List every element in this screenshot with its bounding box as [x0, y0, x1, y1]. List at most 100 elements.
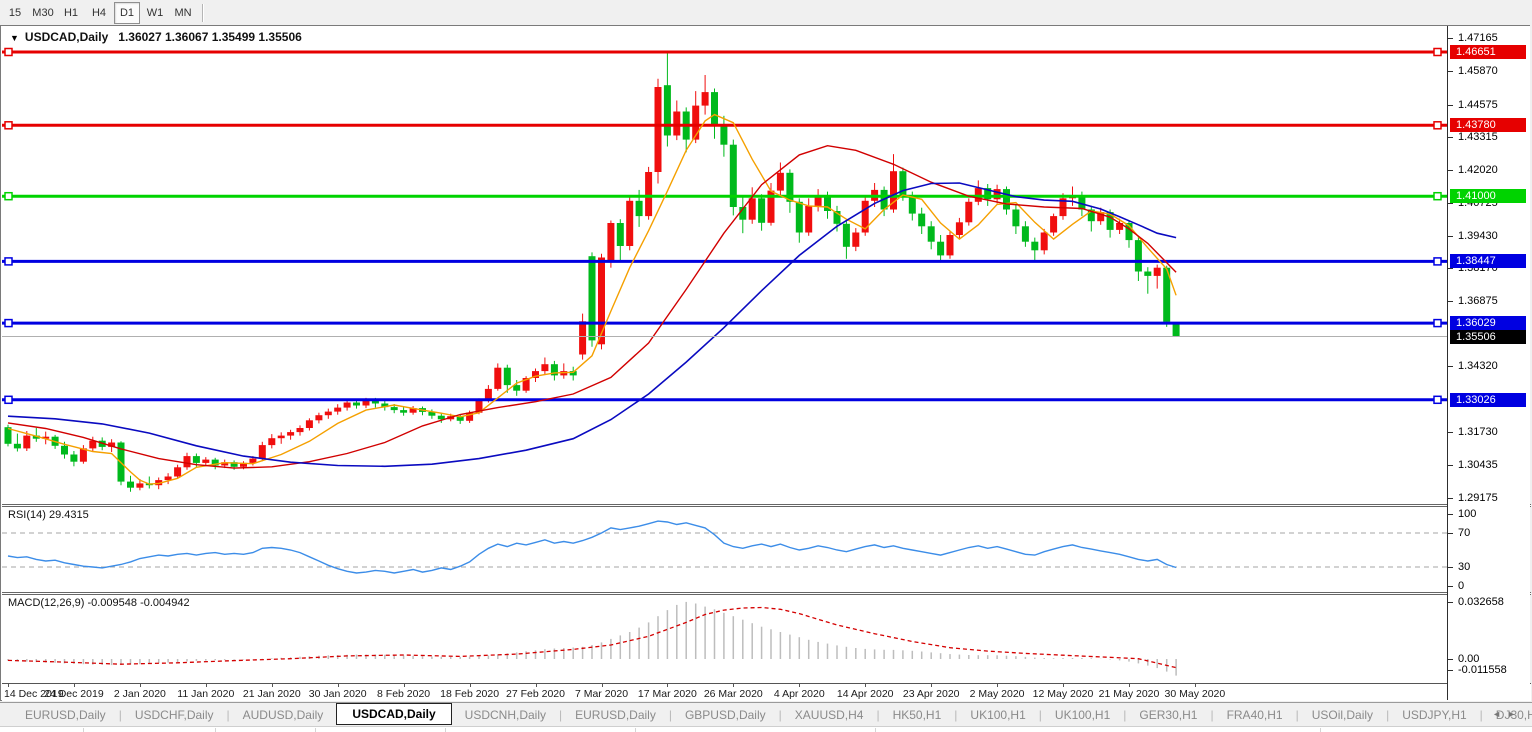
- date-label: 17 Mar 2020: [637, 688, 697, 700]
- timeframe-button-mn[interactable]: MN: [170, 2, 196, 24]
- timeframe-button-h1[interactable]: H1: [58, 2, 84, 24]
- tab-hk50-h1[interactable]: HK50,H1: [880, 705, 955, 725]
- axis-tick: [1448, 465, 1453, 467]
- tab-eurusd-daily[interactable]: EURUSD,Daily: [562, 705, 669, 725]
- tab-usdcnh-daily[interactable]: USDCNH,Daily: [452, 705, 559, 725]
- price-axis[interactable]: 1.471651.458701.445751.433151.420201.407…: [1447, 26, 1530, 700]
- date-label: 11 Jan 2020: [177, 688, 235, 700]
- date-axis[interactable]: 14 Dec 2019 24 Dec 2019 2 Jan 2020 11 Jan 2…: [2, 683, 1531, 701]
- date-label: 2 May 2020: [969, 688, 1025, 700]
- axis-tick: [1448, 366, 1453, 368]
- tab-scroll-right-icon[interactable]: ►: [1507, 709, 1522, 719]
- axis-tick: [1448, 136, 1453, 138]
- rsi-axis-label: 100: [1458, 507, 1477, 520]
- tab-usdcad-daily[interactable]: USDCAD,Daily: [336, 702, 452, 725]
- date-label: 26 Mar 2020: [703, 688, 763, 700]
- statusbar-separator: [445, 728, 446, 732]
- axis-tick: [1448, 658, 1453, 660]
- date-tick: [997, 684, 999, 687]
- date-label: 2 Jan 2020: [113, 688, 166, 700]
- date-tick: [271, 684, 273, 687]
- chart-window: 14 Dec 2019 24 Dec 2019 2 Jan 2020 11 Jan 2…: [0, 25, 1531, 701]
- timeframe-button-15[interactable]: 15: [2, 2, 28, 24]
- timeframe-button-h4[interactable]: H4: [86, 2, 112, 24]
- date-label: 21 May 2020: [1098, 688, 1160, 700]
- date-tick: [535, 684, 537, 687]
- date-tick: [601, 684, 603, 687]
- axis-tick: [1448, 301, 1453, 302]
- status-bar: [0, 726, 1532, 732]
- price-axis-label: 1.44575: [1458, 98, 1498, 111]
- axis-tick: [1448, 566, 1453, 568]
- date-tick: [73, 684, 75, 687]
- macd-axis-label: 0.032658: [1458, 595, 1504, 608]
- tab-scroll-left-icon[interactable]: ◄: [1492, 709, 1507, 719]
- tab-fra40-h1[interactable]: FRA40,H1: [1214, 705, 1296, 725]
- tab-audusd-daily[interactable]: AUDUSD,Daily: [230, 705, 337, 725]
- price-line-badge: 1.38447: [1450, 254, 1526, 269]
- date-label: 23 Apr 2020: [902, 688, 960, 700]
- axis-tick: [1448, 104, 1453, 106]
- tab-usoil-daily[interactable]: USOil,Daily: [1299, 705, 1386, 725]
- date-label: 14 Apr 2020: [836, 688, 894, 700]
- tab-eurusd-daily[interactable]: EURUSD,Daily: [12, 705, 119, 725]
- price-axis-label: 1.45870: [1458, 65, 1498, 78]
- tab-gbpusd-daily[interactable]: GBPUSD,Daily: [672, 705, 779, 725]
- rsi-axis-label: 0: [1458, 579, 1465, 592]
- date-tick: [403, 684, 405, 687]
- tab-usdjpy-h1[interactable]: USDJPY,H1: [1389, 705, 1479, 725]
- price-axis-label: 1.29175: [1458, 491, 1498, 504]
- statusbar-separator: [215, 728, 216, 732]
- timeframe-button-d1[interactable]: D1: [114, 1, 140, 24]
- statusbar-separator: [635, 728, 636, 732]
- symbol-period-label: USDCAD,Daily: [24, 30, 109, 44]
- macd-axis-label: -0.011558: [1458, 663, 1507, 676]
- timeframe-toolbar: 15 M30 H1 H4 D1 W1 MN: [0, 0, 1532, 25]
- chevron-down-icon[interactable]: ▼: [10, 33, 19, 43]
- statusbar-separator: [1320, 728, 1321, 732]
- date-label: 30 Jan 2020: [308, 688, 367, 700]
- timeframe-button-w1[interactable]: W1: [142, 2, 168, 24]
- tab-usdchf-daily[interactable]: USDCHF,Daily: [122, 705, 227, 725]
- rsi-indicator-label: RSI(14) 29.4315: [8, 509, 89, 521]
- tab-uk100-h1[interactable]: UK100,H1: [957, 705, 1038, 725]
- panel-splitter[interactable]: [2, 592, 1531, 595]
- date-tick: [733, 684, 735, 687]
- axis-tick: [1448, 432, 1453, 434]
- axis-tick: [1448, 38, 1453, 40]
- macd-indicator-label: MACD(12,26,9) -0.009548 -0.004942: [8, 597, 190, 609]
- axis-tick: [1448, 601, 1453, 603]
- rsi-canvas[interactable]: [2, 507, 1447, 592]
- tab-xauusd-h4[interactable]: XAUUSD,H4: [782, 705, 877, 725]
- panel-splitter[interactable]: [2, 504, 1531, 507]
- date-label: 7 Mar 2020: [574, 688, 629, 700]
- date-tick: [469, 684, 471, 687]
- date-tick: [139, 684, 141, 687]
- macd-canvas[interactable]: [2, 595, 1447, 683]
- axis-tick: [1448, 669, 1453, 671]
- timeframe-button-m30[interactable]: M30: [30, 2, 56, 24]
- date-tick: [1194, 684, 1196, 687]
- date-label: 4 Apr 2020: [773, 688, 825, 700]
- statusbar-separator: [875, 728, 876, 732]
- rsi-axis-label: 30: [1458, 560, 1471, 573]
- chart-plot-area[interactable]: 14 Dec 2019 24 Dec 2019 2 Jan 2020 11 Jan 2…: [2, 26, 1531, 701]
- statusbar-separator: [83, 728, 84, 732]
- price-axis-label: 1.36875: [1458, 295, 1498, 307]
- price-axis-label: 1.31730: [1458, 426, 1498, 439]
- current-price-badge: 1.35506: [1450, 329, 1526, 344]
- price-axis-label: 1.39430: [1458, 229, 1498, 242]
- tab-uk100-h1[interactable]: UK100,H1: [1042, 705, 1123, 725]
- axis-tick: [1448, 532, 1453, 534]
- chart-title: ▼ USDCAD,Daily 1.36027 1.36067 1.35499 1.3…: [10, 30, 302, 44]
- tab-ger30-h1[interactable]: GER30,H1: [1126, 705, 1210, 725]
- ohlc-quote: 1.36027 1.36067 1.35499 1.35506: [118, 30, 302, 44]
- chart-tab-bar: EURUSD,Daily | USDCHF,Daily | AUDUSD,Daily US…: [0, 702, 1532, 726]
- price-axis-label: 1.42020: [1458, 163, 1498, 176]
- toolbar-separator: [202, 3, 204, 22]
- rsi-axis-label: 70: [1458, 526, 1471, 539]
- date-label: 24 Dec 2019: [44, 688, 104, 700]
- axis-tick: [1448, 169, 1453, 171]
- date-label: 30 May 2020: [1164, 688, 1226, 700]
- main-price-canvas[interactable]: [2, 26, 1447, 504]
